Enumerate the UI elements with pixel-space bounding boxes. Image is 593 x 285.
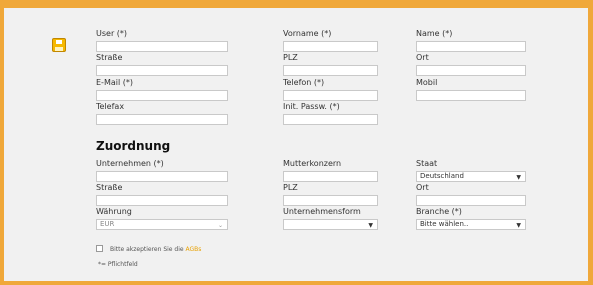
waehrung-value: EUR [100, 220, 115, 228]
passwort-input[interactable] [283, 114, 378, 125]
pflichtfeld-note: *= Pflichtfeld [98, 261, 138, 268]
branche-label: Branche (*) [416, 207, 462, 216]
unternehmen-label: Unternehmen (*) [96, 159, 164, 168]
staat-label: Staat [416, 159, 438, 168]
branche-value: Bitte wählen.. [420, 220, 469, 228]
strasse-input[interactable] [96, 65, 228, 76]
firma-plz-label: PLZ [283, 183, 298, 192]
vorname-label: Vorname (*) [283, 29, 332, 38]
waehrung-select[interactable]: EUR ⌄ [96, 219, 228, 230]
chevron-down-icon: ▼ [516, 222, 521, 229]
strasse-label: Straße [96, 53, 123, 62]
chevron-down-icon: ▼ [368, 222, 373, 229]
unternehmensform-select[interactable]: ▼ [283, 219, 378, 230]
user-input[interactable] [96, 41, 228, 52]
waehrung-label: Währung [96, 207, 132, 216]
firma-ort-label: Ort [416, 183, 429, 192]
chevron-down-icon: ▼ [516, 174, 521, 181]
agb-link[interactable]: AGBs [186, 246, 202, 253]
name-label: Name (*) [416, 29, 453, 38]
save-disk-icon[interactable] [52, 38, 66, 52]
staat-value: Deutschland [420, 172, 464, 180]
agb-text: Bitte akzeptieren Sie die AGBs [110, 246, 201, 253]
agb-prefix: Bitte akzeptieren Sie die [110, 246, 184, 253]
mobil-label: Mobil [416, 78, 438, 87]
mobil-input[interactable] [416, 90, 526, 101]
ort-input[interactable] [416, 65, 526, 76]
email-input[interactable] [96, 90, 228, 101]
name-input[interactable] [416, 41, 526, 52]
telefon-input[interactable] [283, 90, 378, 101]
plz-label: PLZ [283, 53, 298, 62]
firma-plz-input[interactable] [283, 195, 378, 206]
unternehmen-input[interactable] [96, 171, 228, 182]
firma-strasse-label: Straße [96, 183, 123, 192]
staat-select[interactable]: Deutschland ▼ [416, 171, 526, 182]
chevron-down-icon: ⌄ [217, 222, 223, 229]
plz-input[interactable] [283, 65, 378, 76]
passwort-label: Init. Passw. (*) [283, 102, 340, 111]
vorname-input[interactable] [283, 41, 378, 52]
email-label: E-Mail (*) [96, 78, 133, 87]
telefon-label: Telefon (*) [283, 78, 325, 87]
telefax-input[interactable] [96, 114, 228, 125]
firma-strasse-input[interactable] [96, 195, 228, 206]
firma-ort-input[interactable] [416, 195, 526, 206]
ort-label: Ort [416, 53, 429, 62]
unternehmensform-label: Unternehmensform [283, 207, 361, 216]
agb-checkbox[interactable] [96, 245, 103, 252]
telefax-label: Telefax [96, 102, 125, 111]
mutterkonzern-input[interactable] [283, 171, 378, 182]
branche-select[interactable]: Bitte wählen.. ▼ [416, 219, 526, 230]
zuordnung-heading: Zuordnung [96, 139, 171, 153]
mutterkonzern-label: Mutterkonzern [283, 159, 342, 168]
user-label: User (*) [96, 29, 128, 38]
